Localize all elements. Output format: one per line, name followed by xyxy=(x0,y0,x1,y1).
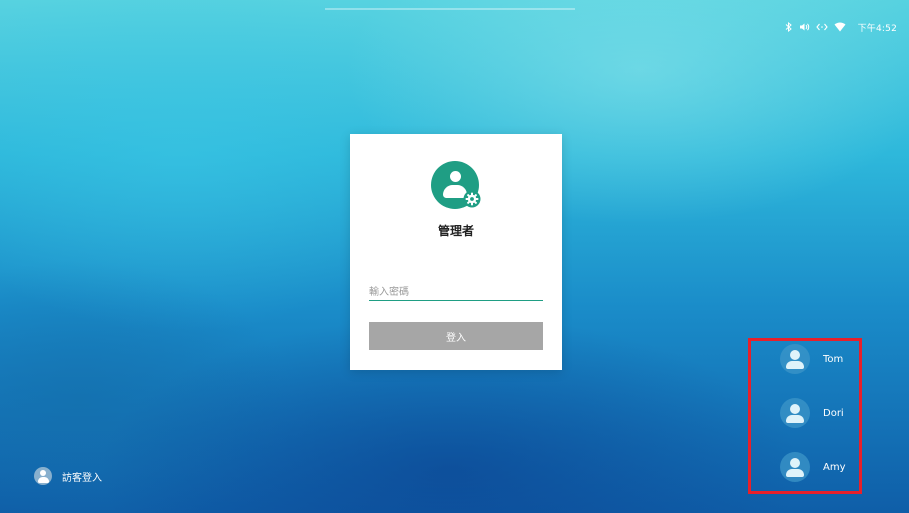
user-avatar-icon xyxy=(780,398,810,428)
guest-login-label: 訪客登入 xyxy=(62,472,102,484)
admin-avatar xyxy=(431,161,481,209)
user-list-highlight: Tom Dori Amy xyxy=(748,338,862,494)
guest-avatar-icon xyxy=(34,467,52,485)
top-handle-line xyxy=(325,8,575,10)
bluetooth-icon xyxy=(785,22,793,32)
wifi-icon xyxy=(834,22,846,32)
user-item-tom[interactable]: Tom xyxy=(780,344,843,374)
user-item-dori[interactable]: Dori xyxy=(780,398,844,428)
gear-icon xyxy=(463,190,481,208)
status-bar: 下午4:52 xyxy=(785,20,897,34)
user-name: Tom xyxy=(823,353,844,365)
admin-name: 管理者 xyxy=(437,224,474,238)
volume-icon xyxy=(799,22,810,32)
guest-login-button[interactable]: 訪客登入 xyxy=(34,467,102,485)
login-button[interactable]: 登入 xyxy=(369,322,543,350)
avatar-head xyxy=(450,171,461,182)
user-avatar-icon xyxy=(780,452,810,482)
password-input[interactable] xyxy=(369,284,543,301)
user-avatar-icon xyxy=(780,344,810,374)
user-item-amy[interactable]: Amy xyxy=(780,452,846,482)
user-name: Amy xyxy=(823,461,846,473)
user-name: Dori xyxy=(823,407,844,419)
clock-time: 下午4:52 xyxy=(857,23,897,34)
ethernet-icon xyxy=(815,22,828,32)
admin-login-card: 管理者 登入 xyxy=(350,134,562,370)
